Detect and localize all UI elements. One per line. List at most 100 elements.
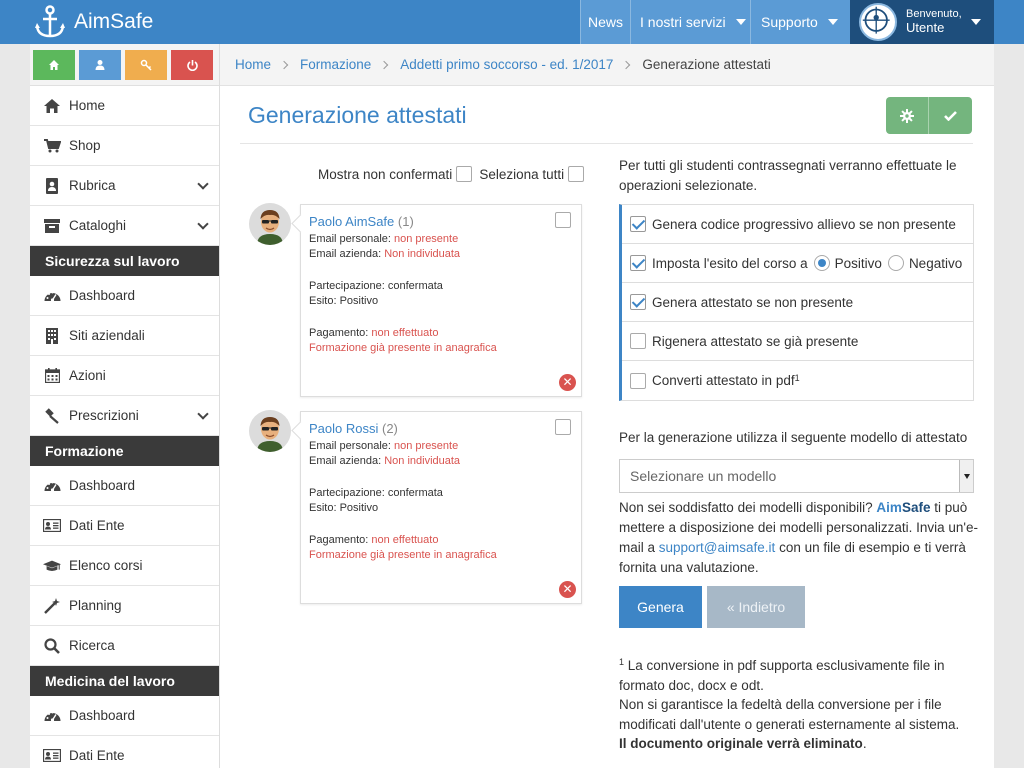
sidebar-item-label: Elenco corsi xyxy=(69,558,143,573)
regenerate-certificate-checkbox[interactable] xyxy=(630,333,646,349)
dashboard-icon xyxy=(43,707,61,725)
dashboard-icon xyxy=(43,287,61,305)
person-avatar-icon xyxy=(249,410,291,452)
generate-certificate-checkbox[interactable] xyxy=(630,294,646,310)
sidebar-item-label: Dashboard xyxy=(69,288,136,303)
email-company-label: Email azienda: xyxy=(309,248,382,260)
sidebar-item-cataloghi[interactable]: Cataloghi xyxy=(30,206,219,246)
remove-student-button[interactable]: ✕ xyxy=(559,581,576,598)
student-name: Paolo AimSafe xyxy=(309,214,395,229)
crosshair-icon xyxy=(862,6,890,34)
user-icon xyxy=(95,60,105,70)
option-set-outcome: Imposta l'esito del corso a Positivo Neg… xyxy=(622,244,973,283)
generate-button[interactable]: Genera xyxy=(619,586,702,628)
operations-panel: Genera codice progressivo allievo se non… xyxy=(619,204,974,401)
payment-label: Pagamento: xyxy=(309,326,369,339)
building-icon xyxy=(43,327,61,345)
back-button[interactable]: « Indietro xyxy=(707,586,805,628)
nav-servizi-dropdown[interactable]: I nostri servizi xyxy=(630,0,750,44)
welcome-text: Benvenuto, xyxy=(906,8,962,20)
email-company-label: Email azienda: xyxy=(309,455,382,467)
title-actions xyxy=(886,97,973,134)
sidebar-item-ricerca[interactable]: Ricerca xyxy=(30,626,219,666)
custom-model-help: Non sei soddisfatto dei modelli disponib… xyxy=(619,498,979,578)
breadcrumb-course[interactable]: Addetti primo soccorso - ed. 1/2017 xyxy=(400,57,613,72)
student-avatar xyxy=(249,410,291,452)
sidebar-item-dati-ente[interactable]: Dati Ente xyxy=(30,506,219,546)
anchor-icon xyxy=(35,5,65,38)
archive-icon xyxy=(43,217,61,235)
chevron-right-icon xyxy=(380,60,389,69)
select-all-label: Seleziona tutti xyxy=(479,166,565,182)
model-label: Per la generazione utilizza il seguente … xyxy=(619,430,968,445)
main-content: Home Formazione Addetti primo soccorso -… xyxy=(220,44,994,768)
sidebar-item-home[interactable]: Home xyxy=(30,86,219,126)
magic-wand-icon xyxy=(43,597,61,615)
sidebar-item-label: Home xyxy=(69,98,106,113)
confirm-button[interactable] xyxy=(929,97,972,134)
support-email-link[interactable]: support@aimsafe.it xyxy=(659,540,776,555)
set-outcome-checkbox[interactable] xyxy=(630,255,646,271)
chevron-right-icon xyxy=(622,60,631,69)
sidebar-item-medicina-dashboard[interactable]: Dashboard xyxy=(30,696,219,736)
sidebar-item-label: Azioni xyxy=(69,368,106,383)
nav-supporto-label: Supporto xyxy=(761,14,818,30)
sidebar-item-sicurezza-dashboard[interactable]: Dashboard xyxy=(30,276,219,316)
model-select[interactable]: Selezionare un modello xyxy=(619,459,974,493)
show-unconfirmed-checkbox[interactable] xyxy=(456,166,473,182)
home-quick-button[interactable] xyxy=(33,50,75,80)
footnote-warning: Il documento originale verrà eliminato xyxy=(619,736,863,752)
password-quick-button[interactable] xyxy=(125,50,167,80)
sidebar-item-elenco-corsi[interactable]: Elenco corsi xyxy=(30,546,219,586)
student-name-link[interactable]: Paolo AimSafe (1) xyxy=(309,214,414,229)
nav-supporto-dropdown[interactable]: Supporto xyxy=(750,0,850,44)
aimsafe-brand-text: AimSafe xyxy=(876,500,930,515)
brand-safe: Safe xyxy=(901,500,931,515)
top-navbar: AimSafe News I nostri servizi Supporto B… xyxy=(0,0,1024,44)
convert-pdf-checkbox[interactable] xyxy=(630,372,646,389)
footnote-line: La conversione in pdf supporta esclusiva… xyxy=(619,658,945,693)
sidebar-item-planning[interactable]: Planning xyxy=(30,586,219,626)
sidebar-item-label: Dati Ente xyxy=(69,748,125,763)
sidebar-item-label: Rubrica xyxy=(69,178,116,193)
outcome-negative-label: Negativo xyxy=(908,255,963,271)
id-card-icon xyxy=(43,747,61,765)
sidebar-item-siti-aziendali[interactable]: Siti aziendali xyxy=(30,316,219,356)
select-all-checkbox[interactable] xyxy=(568,166,585,182)
student-select-checkbox[interactable] xyxy=(555,212,571,228)
outcome-positive-radio[interactable] xyxy=(813,255,830,271)
sidebar-item-formazione-dashboard[interactable]: Dashboard xyxy=(30,466,219,506)
student-select-checkbox[interactable] xyxy=(555,419,571,435)
show-unconfirmed-label: Mostra non confermati xyxy=(318,166,453,182)
nav-news[interactable]: News xyxy=(580,0,630,44)
sidebar-item-medicina-dati-ente[interactable]: Dati Ente xyxy=(30,736,219,768)
generate-code-checkbox[interactable] xyxy=(630,216,646,232)
sidebar-item-shop[interactable]: Shop xyxy=(30,126,219,166)
sidebar-item-label: Shop xyxy=(69,138,101,153)
student-card: Paolo Rossi (2) Email personale: non pre… xyxy=(300,411,582,604)
option-label: Genera codice progressivo allievo se non… xyxy=(652,216,956,232)
outcome-negative-radio[interactable] xyxy=(887,255,904,271)
sidebar-item-rubrica[interactable]: Rubrica xyxy=(30,166,219,206)
home-icon xyxy=(49,60,59,70)
student-name-link[interactable]: Paolo Rossi (2) xyxy=(309,421,398,436)
breadcrumb-home[interactable]: Home xyxy=(235,57,271,72)
breadcrumb-formazione[interactable]: Formazione xyxy=(300,57,371,72)
sidebar-item-label: Prescrizioni xyxy=(69,408,139,423)
power-icon xyxy=(186,59,198,71)
training-note: Formazione già presente in anagrafica xyxy=(309,549,497,561)
chevron-down-icon xyxy=(197,408,209,420)
settings-button[interactable] xyxy=(886,97,929,134)
profile-quick-button[interactable] xyxy=(79,50,121,80)
brand-logo[interactable]: AimSafe xyxy=(34,4,153,40)
user-avatar xyxy=(859,3,897,41)
caret-down-icon xyxy=(827,19,838,25)
user-menu[interactable]: Benvenuto, Utente xyxy=(850,0,994,44)
nav-servizi-label: I nostri servizi xyxy=(640,14,726,30)
operations-intro: Per tutti gli studenti contrassegnati ve… xyxy=(619,158,957,193)
sidebar-item-prescrizioni[interactable]: Prescrizioni xyxy=(30,396,219,436)
option-label: Rigenera attestato se già presente xyxy=(652,333,859,349)
sidebar-item-azioni[interactable]: Azioni xyxy=(30,356,219,396)
logout-quick-button[interactable] xyxy=(171,50,213,80)
remove-student-button[interactable]: ✕ xyxy=(559,374,576,391)
